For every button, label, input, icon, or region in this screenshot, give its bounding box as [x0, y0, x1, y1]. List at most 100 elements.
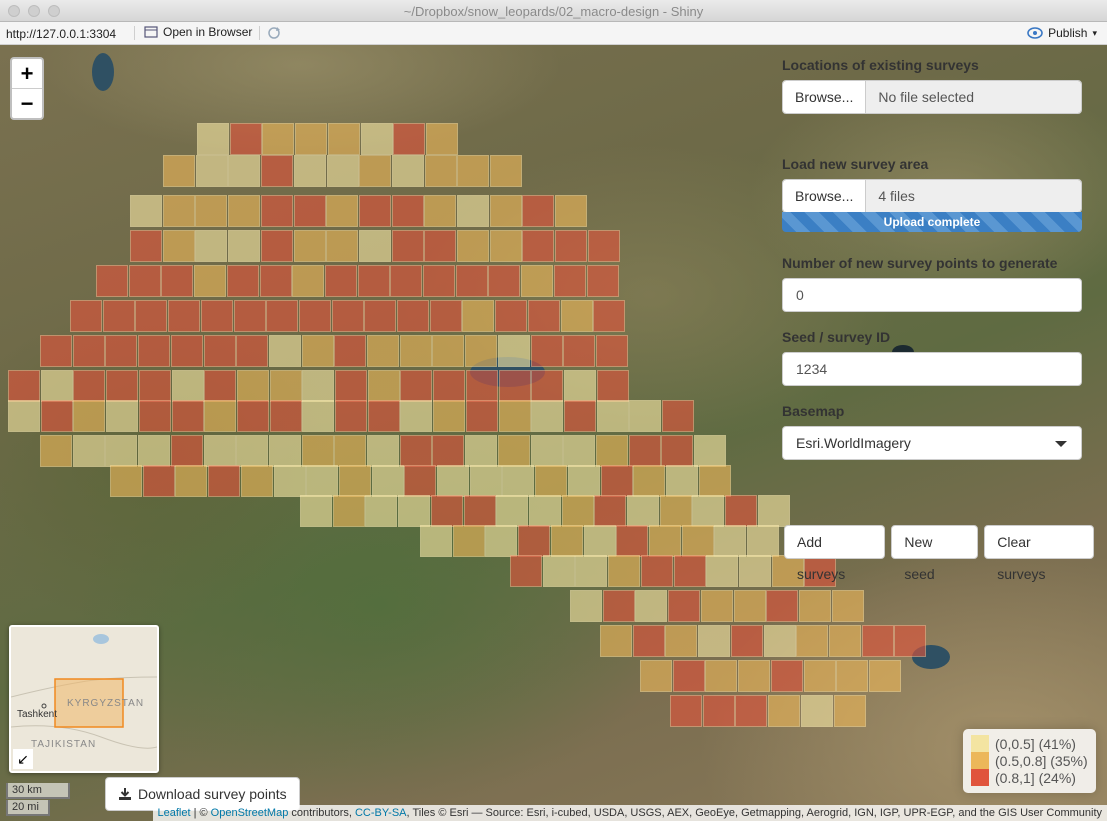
grid-cell — [894, 625, 927, 657]
grid-cell — [358, 230, 391, 262]
grid-cell — [457, 155, 490, 187]
grid-cell — [725, 495, 758, 527]
cc-by-sa-link[interactable]: CC-BY-SA — [355, 807, 407, 819]
basemap-select[interactable]: Esri.WorldImagery — [782, 426, 1082, 460]
zoom-out-button[interactable]: − — [12, 88, 42, 118]
grid-cell — [627, 495, 659, 527]
grid-cell — [555, 195, 588, 227]
grid-cell — [359, 155, 392, 187]
grid-cell — [563, 370, 596, 402]
grid-cell — [833, 695, 866, 727]
grid-cell — [465, 435, 498, 467]
osm-link[interactable]: OpenStreetMap — [211, 807, 289, 819]
grid-cell — [233, 300, 266, 332]
zoom-in-button[interactable]: + — [12, 59, 42, 88]
grid-cell — [430, 495, 463, 527]
grid-cell — [485, 525, 518, 557]
grid-cell — [130, 230, 162, 262]
grid-cell — [102, 300, 135, 332]
grid-cell — [260, 230, 293, 262]
grid-cell — [465, 400, 498, 432]
grid-cell — [665, 465, 698, 497]
grid-cell — [681, 525, 714, 557]
grid-cell — [324, 265, 357, 297]
grid-cell — [457, 195, 489, 227]
grid-cell — [73, 400, 106, 432]
grid-cell — [292, 265, 325, 297]
map-attribution: Leaflet | © OpenStreetMap contributors, … — [152, 805, 1107, 821]
grid-cell — [596, 400, 629, 432]
grid-cell — [510, 555, 542, 587]
grid-cell — [170, 335, 203, 367]
clear-surveys-button[interactable]: Clear surveys — [984, 525, 1094, 582]
existing-surveys-file-input[interactable]: Browse... No file selected — [782, 80, 1082, 114]
leaflet-link[interactable]: Leaflet — [158, 807, 191, 819]
grid-cell — [367, 435, 399, 467]
grid-cell — [269, 370, 302, 402]
grid-cell — [766, 590, 799, 622]
grid-cell — [668, 590, 701, 622]
grid-cell — [530, 435, 563, 467]
grid-cell — [197, 123, 229, 155]
points-input[interactable]: 0 — [782, 278, 1082, 312]
grid-cell — [367, 335, 399, 367]
grid-cell — [635, 590, 668, 622]
existing-browse-button[interactable]: Browse... — [783, 81, 867, 113]
grid-cell — [171, 370, 204, 402]
grid-cell — [301, 435, 334, 467]
leaflet-map[interactable]: + − Locations of existing surveys Browse… — [0, 45, 1107, 821]
grid-cell — [273, 465, 306, 497]
minimap-toggle-icon[interactable]: ↙ — [13, 749, 33, 769]
grid-cell — [138, 370, 171, 402]
area-browse-button[interactable]: Browse... — [783, 180, 867, 212]
grid-cell — [665, 625, 698, 657]
grid-cell — [334, 335, 367, 367]
points-label: Number of new survey points to generate — [782, 255, 1058, 271]
legend-swatch-high — [971, 769, 989, 786]
legend-row: (0,0.5] (41%) — [971, 735, 1088, 752]
grid-cell — [40, 370, 73, 402]
grid-cell — [358, 195, 391, 227]
grid-cell — [391, 230, 424, 262]
grid-cell — [550, 525, 583, 557]
browser-icon — [144, 26, 158, 38]
publish-button[interactable]: Publish ▾ — [1027, 26, 1097, 40]
grid-cell — [522, 230, 555, 262]
minimap-label-tashkent: Tashkent — [17, 709, 58, 720]
grid-cell — [203, 335, 236, 367]
seed-input[interactable]: 1234 — [782, 352, 1082, 386]
grid-cell — [496, 495, 529, 527]
legend-swatch-low — [971, 735, 989, 752]
grid-cell — [563, 335, 596, 367]
url-display: http://127.0.0.1:3304 — [6, 27, 117, 41]
grid-cell — [796, 625, 829, 657]
grid-cell — [659, 495, 692, 527]
add-surveys-button[interactable]: Add surveys — [784, 525, 886, 582]
minimap[interactable]: KYRGYZSTAN Tashkent TAJIKISTAN ↙ — [9, 625, 159, 773]
grid-cell — [106, 370, 139, 402]
grid-cell — [293, 195, 326, 227]
grid-cell — [194, 265, 227, 297]
grid-cell — [763, 625, 796, 657]
grid-cell — [240, 465, 273, 497]
grid-cell — [602, 590, 635, 622]
grid-cell — [204, 370, 237, 402]
refresh-icon[interactable] — [267, 26, 281, 43]
viewer-toolbar: http://127.0.0.1:3304 Open in Browser Pu… — [0, 22, 1107, 45]
grid-cell — [268, 435, 301, 467]
grid-cell — [670, 695, 702, 727]
grid-cell — [706, 555, 739, 587]
grid-cell — [489, 195, 522, 227]
grid-cell — [521, 265, 554, 297]
grid-cell — [360, 123, 393, 155]
new-seed-button[interactable]: New seed — [891, 525, 979, 582]
grid-cell — [465, 335, 498, 367]
grid-cell — [236, 370, 269, 402]
grid-cell — [518, 525, 551, 557]
grid-cell — [733, 590, 766, 622]
grid-cell — [106, 400, 139, 432]
grid-cell — [138, 400, 171, 432]
open-in-browser-button[interactable]: Open in Browser — [144, 25, 252, 39]
survey-area-file-input[interactable]: Browse... 4 files — [782, 179, 1082, 213]
grid-cell — [629, 400, 662, 432]
